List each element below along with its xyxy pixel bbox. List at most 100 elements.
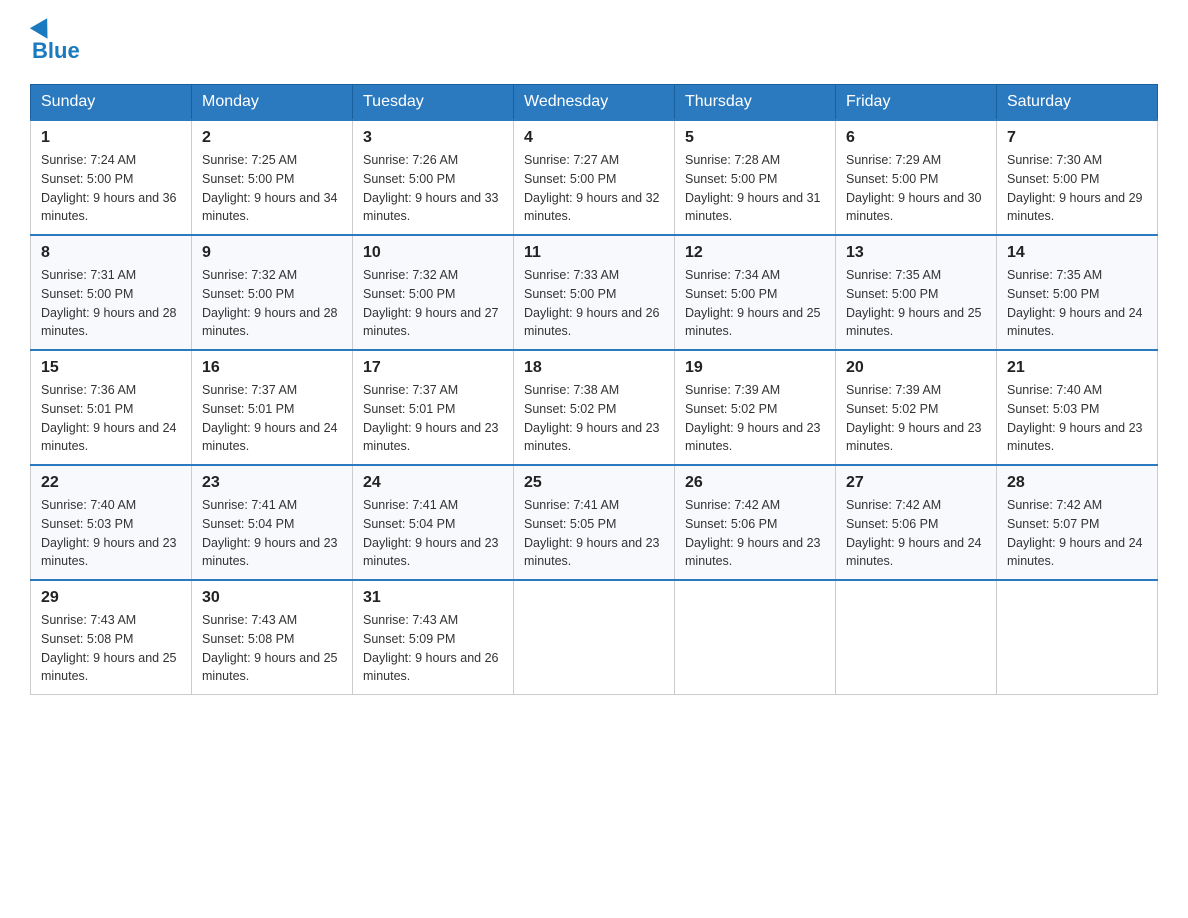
daylight-label: Daylight: 9 hours and 23 minutes. xyxy=(363,536,499,569)
daylight-label: Daylight: 9 hours and 32 minutes. xyxy=(524,191,660,224)
sunrise-label: Sunrise: 7:40 AM xyxy=(1007,383,1102,397)
calendar-table: SundayMondayTuesdayWednesdayThursdayFrid… xyxy=(30,84,1158,695)
week-row-4: 22 Sunrise: 7:40 AM Sunset: 5:03 PM Dayl… xyxy=(31,465,1158,580)
daylight-label: Daylight: 9 hours and 23 minutes. xyxy=(202,536,338,569)
sunset-label: Sunset: 5:04 PM xyxy=(202,517,294,531)
day-number: 25 xyxy=(524,474,664,492)
sunrise-label: Sunrise: 7:39 AM xyxy=(846,383,941,397)
header-thursday: Thursday xyxy=(675,85,836,121)
page-header: Blue xyxy=(30,20,1158,64)
calendar-cell: 20 Sunrise: 7:39 AM Sunset: 5:02 PM Dayl… xyxy=(836,350,997,465)
daylight-label: Daylight: 9 hours and 24 minutes. xyxy=(1007,536,1143,569)
daylight-label: Daylight: 9 hours and 31 minutes. xyxy=(685,191,821,224)
sunset-label: Sunset: 5:00 PM xyxy=(202,172,294,186)
daylight-label: Daylight: 9 hours and 23 minutes. xyxy=(363,421,499,454)
header-monday: Monday xyxy=(192,85,353,121)
sunset-label: Sunset: 5:00 PM xyxy=(846,172,938,186)
header-tuesday: Tuesday xyxy=(353,85,514,121)
day-info: Sunrise: 7:39 AM Sunset: 5:02 PM Dayligh… xyxy=(685,381,825,456)
calendar-cell: 25 Sunrise: 7:41 AM Sunset: 5:05 PM Dayl… xyxy=(514,465,675,580)
day-number: 24 xyxy=(363,474,503,492)
sunset-label: Sunset: 5:07 PM xyxy=(1007,517,1099,531)
day-info: Sunrise: 7:41 AM Sunset: 5:04 PM Dayligh… xyxy=(202,496,342,571)
daylight-label: Daylight: 9 hours and 24 minutes. xyxy=(202,421,338,454)
day-info: Sunrise: 7:26 AM Sunset: 5:00 PM Dayligh… xyxy=(363,151,503,226)
sunrise-label: Sunrise: 7:43 AM xyxy=(202,613,297,627)
day-number: 13 xyxy=(846,244,986,262)
calendar-cell: 8 Sunrise: 7:31 AM Sunset: 5:00 PM Dayli… xyxy=(31,235,192,350)
day-info: Sunrise: 7:39 AM Sunset: 5:02 PM Dayligh… xyxy=(846,381,986,456)
sunrise-label: Sunrise: 7:42 AM xyxy=(846,498,941,512)
sunset-label: Sunset: 5:03 PM xyxy=(1007,402,1099,416)
sunset-label: Sunset: 5:06 PM xyxy=(685,517,777,531)
sunrise-label: Sunrise: 7:41 AM xyxy=(524,498,619,512)
calendar-cell: 23 Sunrise: 7:41 AM Sunset: 5:04 PM Dayl… xyxy=(192,465,353,580)
day-info: Sunrise: 7:32 AM Sunset: 5:00 PM Dayligh… xyxy=(363,266,503,341)
day-number: 29 xyxy=(41,589,181,607)
daylight-label: Daylight: 9 hours and 23 minutes. xyxy=(524,536,660,569)
daylight-label: Daylight: 9 hours and 28 minutes. xyxy=(202,306,338,339)
sunset-label: Sunset: 5:00 PM xyxy=(685,172,777,186)
day-number: 28 xyxy=(1007,474,1147,492)
day-info: Sunrise: 7:38 AM Sunset: 5:02 PM Dayligh… xyxy=(524,381,664,456)
calendar-cell: 17 Sunrise: 7:37 AM Sunset: 5:01 PM Dayl… xyxy=(353,350,514,465)
sunset-label: Sunset: 5:02 PM xyxy=(524,402,616,416)
daylight-label: Daylight: 9 hours and 23 minutes. xyxy=(685,421,821,454)
calendar-cell: 9 Sunrise: 7:32 AM Sunset: 5:00 PM Dayli… xyxy=(192,235,353,350)
daylight-label: Daylight: 9 hours and 23 minutes. xyxy=(846,421,982,454)
day-number: 6 xyxy=(846,129,986,147)
sunrise-label: Sunrise: 7:41 AM xyxy=(363,498,458,512)
day-info: Sunrise: 7:41 AM Sunset: 5:04 PM Dayligh… xyxy=(363,496,503,571)
sunrise-label: Sunrise: 7:37 AM xyxy=(202,383,297,397)
sunset-label: Sunset: 5:04 PM xyxy=(363,517,455,531)
day-info: Sunrise: 7:42 AM Sunset: 5:06 PM Dayligh… xyxy=(846,496,986,571)
calendar-cell xyxy=(675,580,836,695)
day-info: Sunrise: 7:37 AM Sunset: 5:01 PM Dayligh… xyxy=(202,381,342,456)
day-number: 26 xyxy=(685,474,825,492)
daylight-label: Daylight: 9 hours and 30 minutes. xyxy=(846,191,982,224)
calendar-cell: 21 Sunrise: 7:40 AM Sunset: 5:03 PM Dayl… xyxy=(997,350,1158,465)
sunrise-label: Sunrise: 7:43 AM xyxy=(363,613,458,627)
day-number: 20 xyxy=(846,359,986,377)
day-info: Sunrise: 7:24 AM Sunset: 5:00 PM Dayligh… xyxy=(41,151,181,226)
calendar-cell: 6 Sunrise: 7:29 AM Sunset: 5:00 PM Dayli… xyxy=(836,120,997,235)
day-info: Sunrise: 7:37 AM Sunset: 5:01 PM Dayligh… xyxy=(363,381,503,456)
sunset-label: Sunset: 5:09 PM xyxy=(363,632,455,646)
sunset-label: Sunset: 5:00 PM xyxy=(685,287,777,301)
sunrise-label: Sunrise: 7:27 AM xyxy=(524,153,619,167)
day-number: 10 xyxy=(363,244,503,262)
day-number: 16 xyxy=(202,359,342,377)
sunrise-label: Sunrise: 7:33 AM xyxy=(524,268,619,282)
day-number: 3 xyxy=(363,129,503,147)
calendar-cell: 10 Sunrise: 7:32 AM Sunset: 5:00 PM Dayl… xyxy=(353,235,514,350)
daylight-label: Daylight: 9 hours and 33 minutes. xyxy=(363,191,499,224)
calendar-cell: 28 Sunrise: 7:42 AM Sunset: 5:07 PM Dayl… xyxy=(997,465,1158,580)
daylight-label: Daylight: 9 hours and 25 minutes. xyxy=(685,306,821,339)
sunrise-label: Sunrise: 7:42 AM xyxy=(685,498,780,512)
daylight-label: Daylight: 9 hours and 23 minutes. xyxy=(685,536,821,569)
daylight-label: Daylight: 9 hours and 23 minutes. xyxy=(41,536,177,569)
sunset-label: Sunset: 5:01 PM xyxy=(41,402,133,416)
daylight-label: Daylight: 9 hours and 28 minutes. xyxy=(41,306,177,339)
day-info: Sunrise: 7:35 AM Sunset: 5:00 PM Dayligh… xyxy=(1007,266,1147,341)
sunset-label: Sunset: 5:02 PM xyxy=(846,402,938,416)
calendar-cell: 22 Sunrise: 7:40 AM Sunset: 5:03 PM Dayl… xyxy=(31,465,192,580)
calendar-cell: 1 Sunrise: 7:24 AM Sunset: 5:00 PM Dayli… xyxy=(31,120,192,235)
calendar-cell xyxy=(514,580,675,695)
day-info: Sunrise: 7:27 AM Sunset: 5:00 PM Dayligh… xyxy=(524,151,664,226)
calendar-cell: 11 Sunrise: 7:33 AM Sunset: 5:00 PM Dayl… xyxy=(514,235,675,350)
day-number: 14 xyxy=(1007,244,1147,262)
logo: Blue xyxy=(30,20,80,64)
day-info: Sunrise: 7:36 AM Sunset: 5:01 PM Dayligh… xyxy=(41,381,181,456)
sunrise-label: Sunrise: 7:30 AM xyxy=(1007,153,1102,167)
calendar-cell: 15 Sunrise: 7:36 AM Sunset: 5:01 PM Dayl… xyxy=(31,350,192,465)
sunrise-label: Sunrise: 7:36 AM xyxy=(41,383,136,397)
sunset-label: Sunset: 5:00 PM xyxy=(41,287,133,301)
sunset-label: Sunset: 5:00 PM xyxy=(41,172,133,186)
calendar-cell: 31 Sunrise: 7:43 AM Sunset: 5:09 PM Dayl… xyxy=(353,580,514,695)
day-number: 22 xyxy=(41,474,181,492)
sunset-label: Sunset: 5:00 PM xyxy=(1007,172,1099,186)
day-info: Sunrise: 7:33 AM Sunset: 5:00 PM Dayligh… xyxy=(524,266,664,341)
daylight-label: Daylight: 9 hours and 24 minutes. xyxy=(41,421,177,454)
day-number: 27 xyxy=(846,474,986,492)
